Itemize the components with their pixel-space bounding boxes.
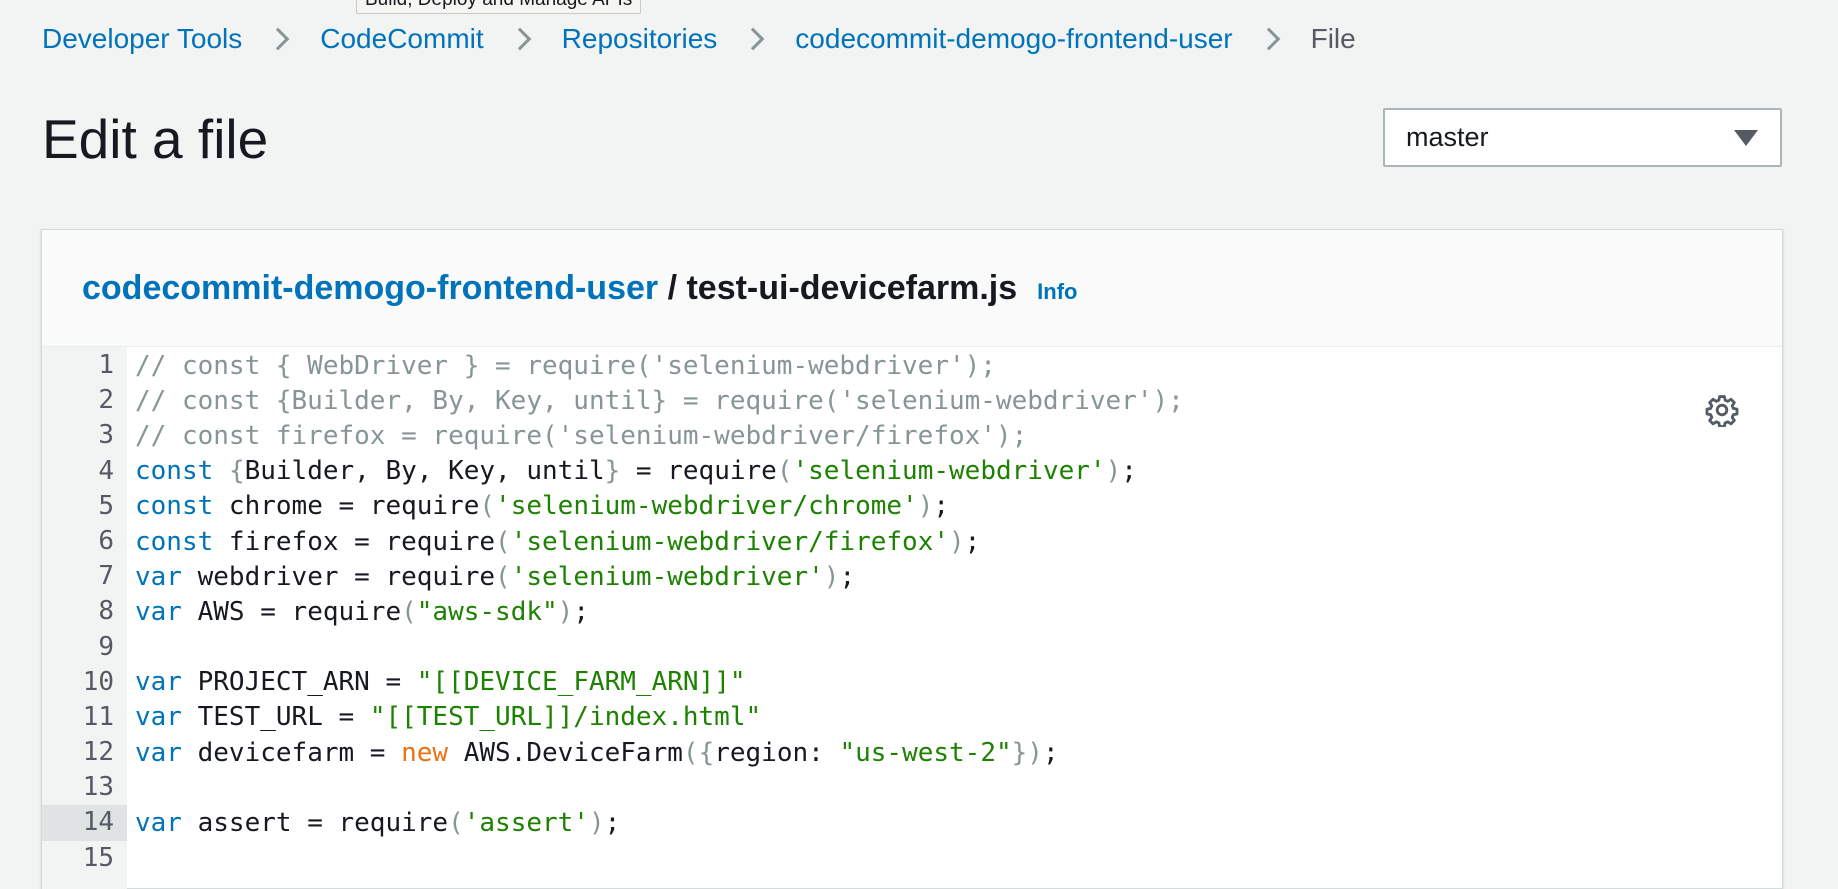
chevron-right-icon bbox=[741, 27, 765, 51]
code-line[interactable]: 9 bbox=[42, 630, 1782, 665]
line-number: 14 bbox=[42, 805, 127, 841]
code-line[interactable]: 14 var assert = require('assert'); bbox=[42, 805, 1782, 841]
chevron-right-icon bbox=[266, 27, 290, 51]
branch-select-value: master bbox=[1406, 122, 1489, 152]
chevron-right-icon bbox=[1257, 27, 1280, 51]
breadcrumb-codecommit[interactable]: CodeCommit bbox=[320, 23, 483, 55]
tooltip: Build, Deploy and Manage APIs bbox=[356, 0, 642, 14]
chevron-right-icon bbox=[508, 27, 531, 51]
line-number: 8 bbox=[98, 596, 114, 627]
code-text: var AWS = require("aws-sdk"); bbox=[135, 596, 589, 627]
breadcrumb-developer-tools[interactable]: Developer Tools bbox=[42, 23, 242, 55]
caret-down-icon bbox=[1734, 129, 1758, 146]
gear-icon[interactable] bbox=[1705, 393, 1739, 427]
code-line[interactable]: 6 const firefox = require('selenium-webdr… bbox=[42, 524, 1782, 559]
line-number: 5 bbox=[98, 490, 114, 521]
info-link[interactable]: Info bbox=[1037, 279, 1077, 305]
code-lines: 1 // const { WebDriver } = require('selen… bbox=[42, 348, 1782, 876]
code-text: const {Builder, By, Key, until} = requir… bbox=[135, 456, 1137, 487]
code-text: // const {Builder, By, Key, until} = req… bbox=[135, 385, 1184, 416]
line-number: 13 bbox=[82, 772, 114, 803]
breadcrumb: Developer Tools CodeCommit Repositories … bbox=[42, 18, 1356, 60]
panel-header: codecommit-demogo-frontend-user / test-u… bbox=[42, 230, 1782, 347]
page-title: Edit a file bbox=[42, 108, 269, 170]
line-number: 3 bbox=[98, 420, 114, 451]
line-number: 15 bbox=[82, 842, 114, 873]
line-number: 7 bbox=[98, 561, 114, 592]
code-line[interactable]: 13 bbox=[42, 770, 1782, 805]
code-text: var assert = require('assert'); bbox=[135, 808, 621, 839]
line-number: 9 bbox=[98, 631, 114, 662]
code-text: const chrome = require('selenium-webdriv… bbox=[135, 491, 949, 522]
line-number: 2 bbox=[98, 385, 114, 416]
code-line[interactable]: 15 bbox=[42, 841, 1782, 876]
code-editor[interactable]: 1 // const { WebDriver } = require('selen… bbox=[42, 347, 1782, 889]
code-text: var devicefarm = new AWS.DeviceFarm({reg… bbox=[135, 737, 1059, 768]
code-line[interactable]: 1 // const { WebDriver } = require('selen… bbox=[42, 348, 1782, 383]
code-line[interactable]: 11 var TEST_URL = "[[TEST_URL]]/index.htm… bbox=[42, 700, 1782, 735]
line-number: 6 bbox=[98, 525, 114, 556]
breadcrumb-repository[interactable]: codecommit-demogo-frontend-user bbox=[795, 23, 1232, 55]
code-line[interactable]: 10 var PROJECT_ARN = "[[DEVICE_FARM_ARN]]… bbox=[42, 665, 1782, 700]
code-text: // const { WebDriver } = require('seleni… bbox=[135, 350, 996, 381]
code-line[interactable]: 12 var devicefarm = new AWS.DeviceFarm({r… bbox=[42, 735, 1782, 770]
code-line[interactable]: 3 // const firefox = require('selenium-we… bbox=[42, 418, 1782, 453]
path-separator: / bbox=[658, 268, 687, 307]
repository-link[interactable]: codecommit-demogo-frontend-user bbox=[82, 269, 658, 307]
code-text: var TEST_URL = "[[TEST_URL]]/index.html" bbox=[135, 702, 762, 733]
code-text: const firefox = require('selenium-webdri… bbox=[135, 526, 981, 557]
code-line[interactable]: 8 var AWS = require("aws-sdk"); bbox=[42, 594, 1782, 629]
code-line[interactable]: 4 const {Builder, By, Key, until} = requi… bbox=[42, 454, 1782, 489]
line-number: 11 bbox=[82, 701, 114, 732]
branch-select[interactable]: master bbox=[1383, 108, 1782, 167]
line-number: 4 bbox=[98, 455, 114, 486]
code-text: // const firefox = require('selenium-web… bbox=[135, 420, 1028, 451]
line-number: 1 bbox=[98, 350, 114, 380]
file-name: test-ui-devicefarm.js bbox=[686, 268, 1018, 307]
code-text: var webdriver = require('selenium-webdri… bbox=[135, 561, 856, 592]
breadcrumb-current: File bbox=[1310, 23, 1356, 54]
code-text: var PROJECT_ARN = "[[DEVICE_FARM_ARN]]" bbox=[135, 667, 746, 698]
breadcrumb-repositories[interactable]: Repositories bbox=[562, 23, 718, 55]
code-line[interactable]: 7 var webdriver = require('selenium-webdr… bbox=[42, 559, 1782, 594]
file-editor-panel: codecommit-demogo-frontend-user / test-u… bbox=[41, 229, 1783, 889]
line-number: 10 bbox=[82, 666, 114, 697]
code-line[interactable]: 5 const chrome = require('selenium-webdri… bbox=[42, 489, 1782, 524]
panel-title: codecommit-demogo-frontend-user / test-u… bbox=[82, 269, 1017, 308]
code-line[interactable]: 2 // const {Builder, By, Key, until} = re… bbox=[42, 383, 1782, 418]
line-number: 12 bbox=[82, 737, 114, 768]
